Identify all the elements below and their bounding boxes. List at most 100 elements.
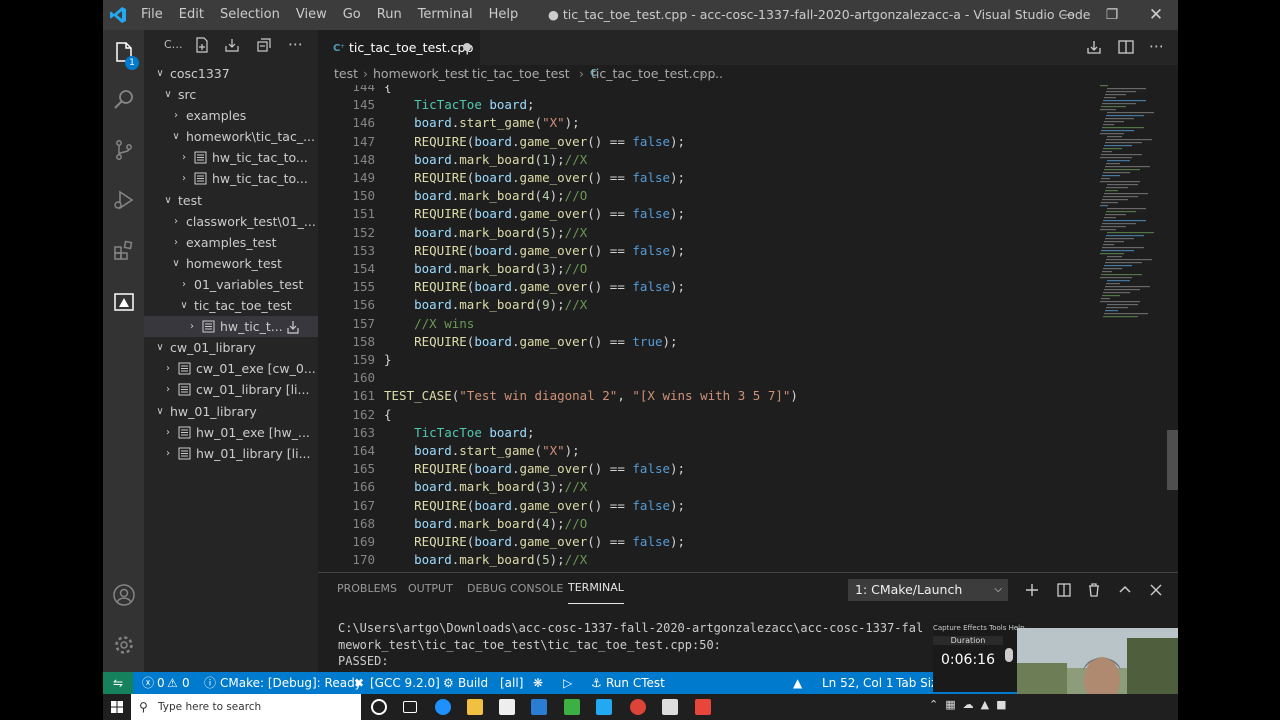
recorder-effects[interactable]: Effects [963,624,987,632]
mail-icon[interactable] [531,699,547,715]
close-panel-icon[interactable] [1148,582,1164,598]
collapse-all-icon[interactable] [256,37,272,53]
run-ctest-button[interactable]: Run CTest [606,672,665,694]
recorder-capture[interactable]: Capture [933,624,961,632]
chevron-right-icon[interactable]: › [162,379,174,400]
store-icon[interactable] [499,699,515,715]
windows-start-icon[interactable] [111,701,123,713]
tab-output[interactable]: OUTPUT [408,573,453,605]
build-target-icon[interactable] [286,320,300,334]
mic-icon[interactable] [1005,648,1013,662]
minimize-button[interactable]: — [1046,0,1090,30]
chevron-down-icon[interactable]: ∨ [162,190,174,211]
tree-item[interactable]: ∨ homework\tic_tac_... [144,126,318,147]
editor-scrollbar[interactable] [1167,85,1178,570]
tree-item[interactable]: ∨ src [144,84,318,105]
tab-debug-console[interactable]: DEBUG CONSOLE [467,573,563,605]
errors-icon[interactable]: ⓧ [142,672,154,694]
chevron-right-icon[interactable]: › [170,211,182,232]
tree-item[interactable]: › 01_variables_test [144,274,318,295]
chevron-down-icon[interactable]: ∨ [170,126,182,147]
explorer-icon[interactable]: 1 [103,30,144,74]
camtasia-icon[interactable] [564,699,580,715]
remote-icon[interactable]: ⇋ [103,672,133,694]
menu-help[interactable]: Help [481,0,527,30]
tab-tic-tac-toe-test[interactable]: C + tic_tac_toe_test.cpp [318,30,480,65]
file-explorer-icon[interactable] [467,699,483,715]
build-target[interactable]: [all] [500,672,523,694]
tab-terminal[interactable]: TERMINAL [568,573,624,604]
chevron-down-icon[interactable]: ∨ [170,253,182,274]
chevron-right-icon[interactable]: › [162,358,174,379]
menu-edit[interactable]: Edit [171,0,212,30]
minimap[interactable] [1096,85,1166,325]
breadcrumb-item[interactable]: homework_test [373,65,469,83]
tree-item[interactable]: › examples_test [144,232,318,253]
new-terminal-icon[interactable] [1024,582,1040,598]
menu-selection[interactable]: Selection [212,0,288,30]
tree-item[interactable]: › hw_tic_tac_to... [144,168,318,189]
chrome-icon[interactable] [630,699,646,715]
chevron-right-icon[interactable]: › [162,443,174,464]
taskbar-search-input[interactable]: ⚲ Type here to search [131,694,361,720]
debug-bug-icon[interactable]: ❋ [533,672,543,694]
warning-count[interactable]: 0 [182,672,190,694]
tree-item[interactable]: ∨ tic_tac_toe_test [144,295,318,316]
warnings-icon[interactable]: ⚠ [167,672,178,694]
run-debug-icon[interactable] [103,178,144,222]
chevron-right-icon[interactable]: › [170,232,182,253]
build-button[interactable]: Build [458,672,488,694]
chevron-down-icon[interactable]: ∨ [154,337,166,358]
tree-item[interactable]: › cw_01_exe [cw_0... [144,358,318,379]
more-actions-icon[interactable]: ⋯ [288,30,303,58]
tree-item[interactable]: ∨ test [144,190,318,211]
breadcrumb-item[interactable]: tic_tac_toe_test.cpp [591,65,715,83]
settings-gear-icon[interactable] [103,623,144,667]
vscode-taskbar-icon[interactable] [596,699,612,715]
terminal-select[interactable]: 1: CMake/Launch ⌵ [848,579,1008,601]
editor-more-icon[interactable]: ⋯ [1149,30,1164,62]
task-view-icon[interactable] [403,701,417,713]
security-icon[interactable] [662,699,678,715]
compiler-kit[interactable]: [GCC 9.2.0] [370,672,440,694]
tree-item[interactable]: › hw_tic_tac_to... [144,147,318,168]
tree-item[interactable]: › cw_01_library [li... [144,379,318,400]
cmake-status[interactable]: CMake: [Debug]: Ready [220,672,362,694]
chevron-right-icon[interactable]: › [162,422,174,443]
search-icon[interactable] [103,78,144,122]
chevron-down-icon[interactable]: ∨ [154,63,166,84]
extensions-icon[interactable] [103,228,144,272]
scrollbar-thumb[interactable] [1167,430,1178,490]
chevron-right-icon[interactable]: › [178,274,190,295]
source-control-icon[interactable] [103,128,144,172]
play-icon[interactable]: ▷ [563,672,572,694]
code-editor[interactable]: 144 {145 TicTacToe board; 146 board.start_… [318,85,1078,570]
chevron-right-icon[interactable]: › [178,147,190,168]
tree-item[interactable]: ∨ homework_test [144,253,318,274]
tab-problems[interactable]: PROBLEMS [337,573,397,605]
tab-size[interactable]: Tab Siz [896,672,937,694]
breadcrumb-item[interactable]: tic_tac_toe_test [472,65,570,83]
account-icon[interactable] [103,573,144,617]
tree-item[interactable]: › hw_01_exe [hw_... [144,422,318,443]
configure-icon[interactable] [194,37,210,53]
cmake-icon[interactable] [103,280,144,324]
chevron-right-icon[interactable]: › [170,105,182,126]
chevron-right-icon[interactable]: › [178,168,190,189]
chevron-down-icon[interactable]: ∨ [178,295,190,316]
tree-item[interactable]: ∨ cosc1337 [144,63,318,84]
tree-item[interactable]: › examples [144,105,318,126]
menu-run[interactable]: Run [369,0,410,30]
tree-item[interactable]: › hw_tic_t... [144,316,318,338]
edge-icon[interactable] [435,699,451,715]
recorder-app-icon[interactable] [695,699,711,715]
tree-item[interactable]: ∨ hw_01_library [144,401,318,422]
breadcrumb-item[interactable]: test [334,65,358,83]
chevron-right-icon[interactable]: › [186,316,198,337]
restore-button[interactable]: ❐ [1090,0,1134,30]
tree-item[interactable]: › hw_01_library [li... [144,443,318,464]
menu-view[interactable]: View [288,0,335,30]
maximize-panel-icon[interactable] [1117,582,1133,598]
split-editor-icon[interactable] [1117,38,1135,56]
build-all-icon[interactable] [224,37,240,53]
